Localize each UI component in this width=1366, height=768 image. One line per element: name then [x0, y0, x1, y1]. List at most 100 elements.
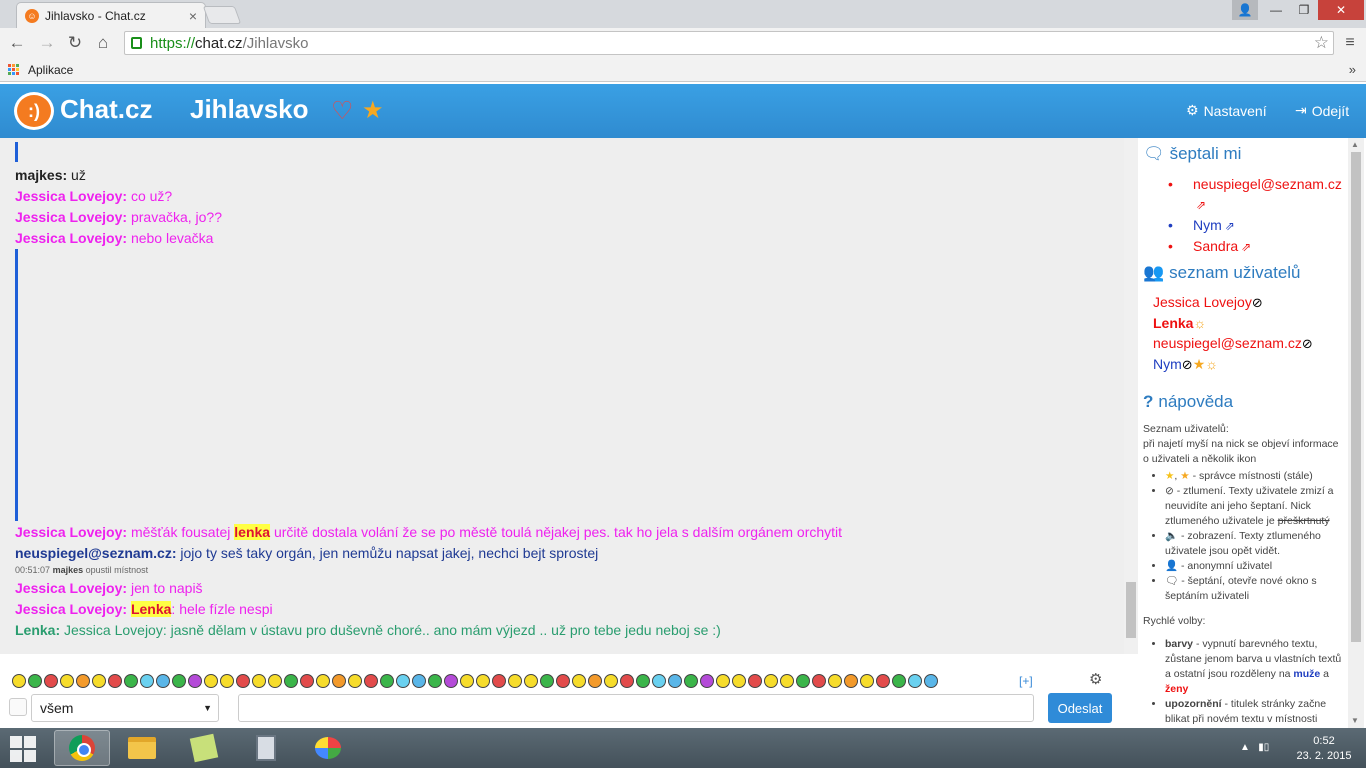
emoticon-icon[interactable] — [620, 674, 634, 688]
emoticon-icon[interactable] — [876, 674, 890, 688]
emoticon-icon[interactable] — [204, 674, 218, 688]
emoticon-icon[interactable] — [268, 674, 282, 688]
emoticon-icon[interactable] — [348, 674, 362, 688]
forward-icon[interactable]: → — [36, 33, 58, 53]
emoticon-icon[interactable] — [460, 674, 474, 688]
emoticon-icon[interactable] — [332, 674, 346, 688]
user-nick[interactable]: Jessica Lovejoy — [1153, 294, 1252, 310]
emoticon-icon[interactable] — [908, 674, 922, 688]
more-emoticons-button[interactable]: [+] — [1019, 674, 1033, 688]
home-icon[interactable]: ⌂ — [92, 33, 114, 53]
emoticon-icon[interactable] — [428, 674, 442, 688]
emoticon-icon[interactable] — [572, 674, 586, 688]
emoticon-icon[interactable] — [668, 674, 682, 688]
message-input[interactable] — [238, 694, 1034, 722]
emoticon-icon[interactable] — [540, 674, 554, 688]
clock[interactable]: 0:52 23. 2. 2015 — [1296, 734, 1352, 764]
bookmark-star-icon[interactable]: ☆ — [1314, 33, 1329, 53]
whisper-nick[interactable]: Sandra — [1193, 238, 1238, 254]
emoticon-icon[interactable] — [636, 674, 650, 688]
emoticon-icon[interactable] — [828, 674, 842, 688]
taskbar-paint[interactable] — [300, 730, 356, 766]
emoticon-icon[interactable] — [780, 674, 794, 688]
close-window-button[interactable]: ✕ — [1318, 0, 1364, 20]
whisper-nick[interactable]: Nym — [1193, 217, 1222, 233]
recipient-select[interactable]: všem ▼ — [31, 694, 219, 722]
quick-item[interactable]: upozornění - titulek stránky začne blika… — [1165, 697, 1345, 727]
emoticon-icon[interactable] — [316, 674, 330, 688]
message-nick[interactable]: Jessica Lovejoy: — [15, 580, 127, 596]
start-button[interactable] — [10, 736, 38, 762]
emoticon-icon[interactable] — [556, 674, 570, 688]
emoticon-icon[interactable] — [700, 674, 714, 688]
message-nick[interactable]: Jessica Lovejoy: — [15, 601, 127, 617]
emoticon-icon[interactable] — [860, 674, 874, 688]
message-nick[interactable]: Jessica Lovejoy: — [15, 230, 127, 246]
emoticon-icon[interactable] — [812, 674, 826, 688]
emoticon-icon[interactable] — [748, 674, 762, 688]
emoticon-icon[interactable] — [732, 674, 746, 688]
emoticon-icon[interactable] — [684, 674, 698, 688]
quick-term[interactable]: barvy — [1165, 638, 1193, 650]
sidebar-scrollbar[interactable]: ▲ ▼ — [1348, 138, 1364, 728]
minimize-button[interactable]: — — [1262, 0, 1290, 20]
emoticon-icon[interactable] — [236, 674, 250, 688]
emoticon-icon[interactable] — [716, 674, 730, 688]
mute-icon[interactable]: ⊘ — [1302, 334, 1313, 354]
scrollbar-thumb[interactable] — [1351, 152, 1361, 642]
bookmarks-more-icon[interactable]: » — [1349, 62, 1356, 77]
send-button[interactable]: Odeslat — [1048, 693, 1112, 723]
message-nick[interactable]: Jessica Lovejoy: — [15, 524, 127, 540]
scroll-up-icon[interactable]: ▲ — [1351, 140, 1359, 149]
tray-icons[interactable]: ▲ ▮▯ — [1240, 742, 1269, 753]
emoticon-icon[interactable] — [172, 674, 186, 688]
emoticon-icon[interactable] — [284, 674, 298, 688]
mute-icon[interactable]: ⊘ — [1182, 355, 1193, 375]
emoticon-icon[interactable] — [156, 674, 170, 688]
message-nick[interactable]: majkes: — [15, 167, 67, 183]
whisper-nick[interactable]: neuspiegel@seznam.cz — [1193, 176, 1342, 192]
whisper-item[interactable]: • Nym ⇗ — [1138, 215, 1348, 236]
taskbar-explorer[interactable] — [114, 730, 170, 766]
user-nick[interactable]: Nym — [1153, 356, 1182, 372]
emoticon-icon[interactable] — [588, 674, 602, 688]
heart-icon[interactable]: ♡ — [331, 96, 353, 126]
logout-link[interactable]: ⇥ Odejít — [1295, 102, 1349, 119]
bookmark-apps[interactable]: Aplikace — [28, 63, 73, 77]
back-icon[interactable]: ← — [6, 33, 28, 53]
emoticon-icon[interactable] — [892, 674, 906, 688]
message-nick[interactable]: Jessica Lovejoy: — [15, 209, 127, 225]
user-item[interactable]: Jessica Lovejoy⊘ — [1153, 292, 1313, 313]
taskbar-calculator[interactable] — [238, 730, 294, 766]
emoticon-icon[interactable] — [12, 674, 26, 688]
taskbar-chrome[interactable] — [54, 730, 110, 766]
gear-icon[interactable]: ⚙ — [1089, 670, 1102, 688]
emoticon-icon[interactable] — [524, 674, 538, 688]
chat-logo-icon[interactable]: :) — [14, 92, 54, 130]
private-checkbox[interactable] — [9, 698, 27, 716]
emoticon-icon[interactable] — [124, 674, 138, 688]
emoticon-icon[interactable] — [364, 674, 378, 688]
brand-title[interactable]: Chat.cz — [60, 94, 152, 125]
favorite-star-icon[interactable]: ★ — [362, 96, 384, 125]
emoticon-icon[interactable] — [300, 674, 314, 688]
emoticon-icon[interactable] — [844, 674, 858, 688]
open-whisper-icon[interactable]: ⇗ — [1196, 198, 1206, 212]
message-nick[interactable]: neuspiegel@seznam.cz: — [15, 545, 176, 561]
reload-icon[interactable]: ↻ — [64, 33, 86, 53]
whisper-item[interactable]: • neuspiegel@seznam.cz ⇗ — [1138, 174, 1348, 215]
emoticon-icon[interactable] — [108, 674, 122, 688]
user-item[interactable]: Nym⊘★☼ — [1153, 354, 1313, 375]
emoticon-icon[interactable] — [924, 674, 938, 688]
user-nick[interactable]: neuspiegel@seznam.cz — [1153, 335, 1302, 351]
user-profile-icon[interactable]: 👤 — [1232, 0, 1258, 20]
emoticon-icon[interactable] — [380, 674, 394, 688]
emoticon-icon[interactable] — [412, 674, 426, 688]
emoticon-icon[interactable] — [764, 674, 778, 688]
message-nick[interactable]: Lenka: — [15, 622, 60, 638]
emoticon-icon[interactable] — [476, 674, 490, 688]
maximize-button[interactable]: ❐ — [1290, 0, 1318, 20]
message-nick[interactable]: Jessica Lovejoy: — [15, 188, 127, 204]
emoticon-icon[interactable] — [140, 674, 154, 688]
taskbar-notes[interactable] — [176, 730, 232, 766]
